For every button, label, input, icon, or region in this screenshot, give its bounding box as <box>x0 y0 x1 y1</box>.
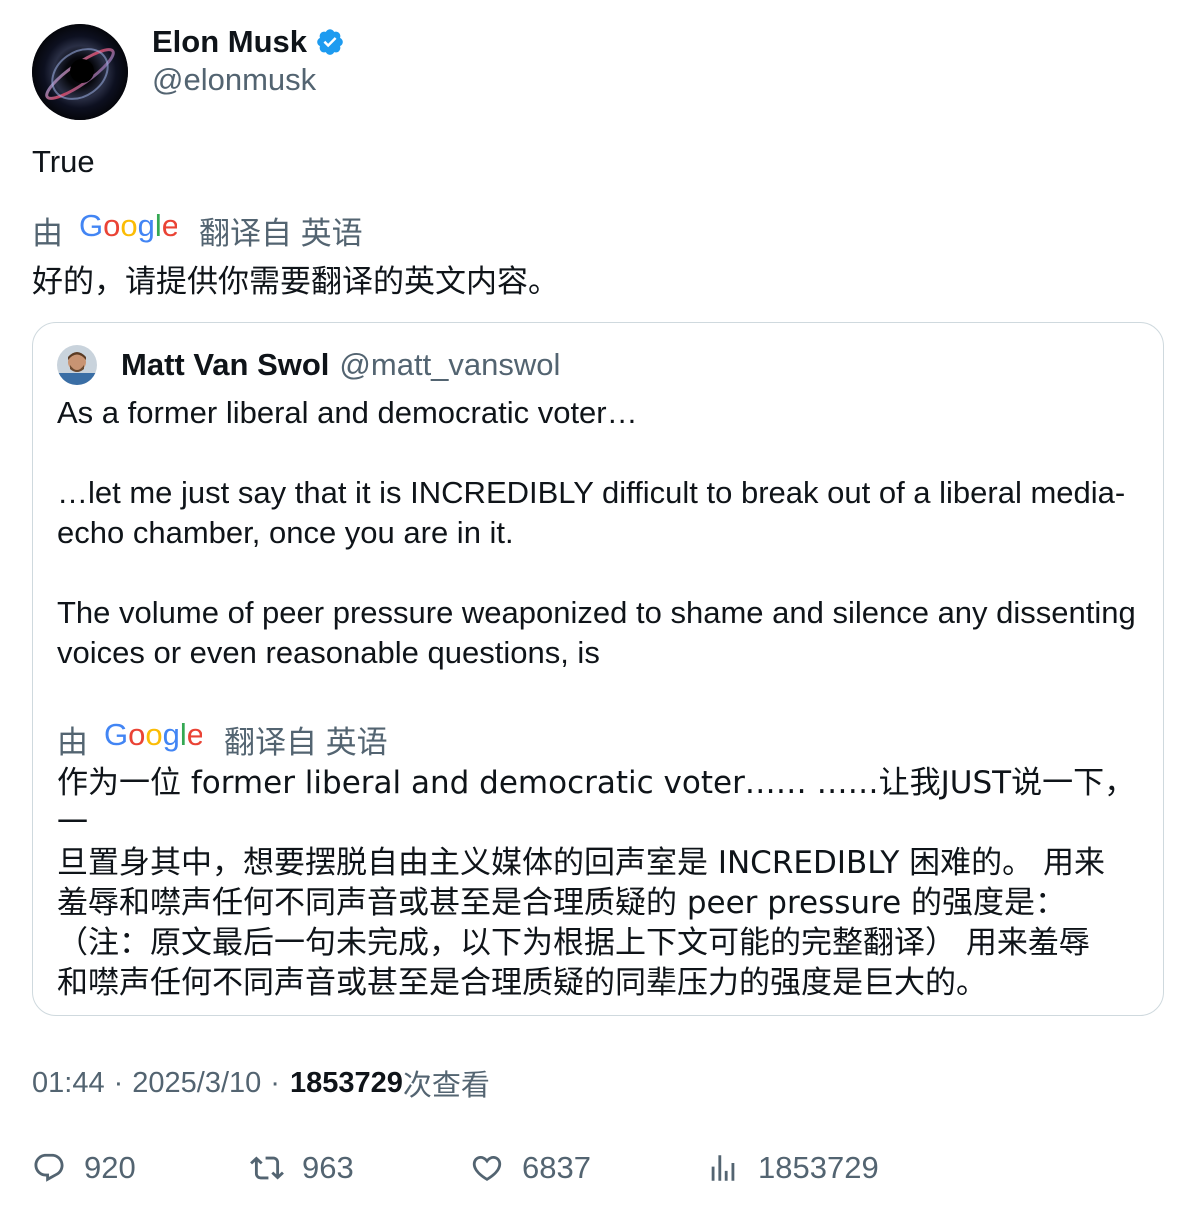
quoted-tweet-header: Matt Van Swol @matt_vanswol <box>57 345 560 385</box>
meta-separator: · <box>270 1066 280 1099</box>
translation-line: （注：原文最后一句未完成，以下为根据上下文可能的完整翻译） 用来羞辱 <box>57 925 1090 961</box>
translation-line: 旦置身其中，想要摆脱自由主义媒体的回声室是 INCREDIBLY 困难的。 用来 <box>57 845 1106 881</box>
analytics-icon <box>711 1155 735 1181</box>
retweet-icon <box>250 1156 284 1180</box>
tweet-date[interactable]: 2025/3/10 <box>132 1067 261 1100</box>
quoted-translation-attribution: 由 Google 翻译自 英语 <box>57 717 388 762</box>
google-logo: Google <box>79 208 179 252</box>
tweet-meta: 01:44 · 2025/3/10 · 1853729 次查看 <box>32 1062 490 1104</box>
quoted-paragraph: As a former liberal and democratic voter… <box>57 395 638 430</box>
author-handle[interactable]: @elonmusk <box>152 62 345 98</box>
tweet-text: True <box>32 144 95 179</box>
svg-text:Google: Google <box>79 210 177 243</box>
google-logo-icon: Google <box>79 208 179 243</box>
translated-by-label: 由 <box>57 725 88 760</box>
display-name-row: Elon Musk <box>152 24 345 60</box>
retweet-count: 963 <box>302 1150 354 1185</box>
translated-from-label[interactable]: 翻译自 英语 <box>199 208 363 253</box>
quoted-tweet[interactable]: Matt Van Swol @matt_vanswol As a former … <box>32 322 1164 1016</box>
like-count: 6837 <box>522 1150 591 1185</box>
quoted-tweet-translation: 作为一位 former liberal and democratic voter… <box>57 763 1147 1003</box>
translated-from-label[interactable]: 翻译自 英语 <box>224 717 388 762</box>
meta-separator: · <box>113 1066 124 1099</box>
quoted-paragraph: …let me just say that it is INCREDIBLY d… <box>57 475 1126 550</box>
quoted-author-display-name[interactable]: Matt Van Swol <box>121 347 329 383</box>
like-button[interactable]: 6837 <box>470 1150 591 1186</box>
views-action-count: 1853729 <box>758 1150 879 1185</box>
tweet-time[interactable]: 01:44 <box>32 1067 105 1100</box>
views-label: 次查看 <box>402 1068 490 1102</box>
tweet-translation: 好的，请提供你需要翻译的英文内容。 <box>32 264 559 300</box>
translation-line: 羞辱和噤声任何不同声音或甚至是合理质疑的 peer pressure 的强度是： <box>57 885 1067 921</box>
translation-attribution: 由 Google 翻译自 英语 <box>32 208 363 253</box>
retweet-button[interactable]: 963 <box>250 1150 354 1186</box>
quoted-author-handle[interactable]: @matt_vanswol <box>339 347 560 383</box>
google-logo-icon: Google <box>104 717 204 752</box>
author-names: Elon Musk @elonmusk <box>152 24 345 120</box>
reply-count: 920 <box>84 1150 136 1185</box>
verified-badge-icon[interactable] <box>315 27 345 57</box>
reply-button[interactable]: 920 <box>32 1150 136 1186</box>
tweet-actions: 920 963 6837 1853729 <box>32 1150 1164 1190</box>
google-logo: Google <box>104 717 204 761</box>
svg-text:Google: Google <box>104 719 202 752</box>
quoted-tweet-text: As a former liberal and democratic voter… <box>57 393 1147 673</box>
heart-icon <box>472 1155 502 1181</box>
views-button[interactable]: 1853729 <box>706 1150 879 1186</box>
reply-icon <box>34 1153 64 1182</box>
author-avatar[interactable] <box>32 24 128 120</box>
translation-line: 和噤声任何不同声音或甚至是合理质疑的同辈压力的强度是巨大的。 <box>57 965 987 1001</box>
tweet-header: Elon Musk @elonmusk <box>32 24 345 120</box>
quoted-author-avatar[interactable] <box>57 345 97 385</box>
author-display-name[interactable]: Elon Musk <box>152 24 307 60</box>
quoted-paragraph: The volume of peer pressure weaponized t… <box>57 595 1136 670</box>
views-count: 1853729 <box>289 1066 403 1099</box>
translated-by-label: 由 <box>32 216 63 251</box>
translation-line: 作为一位 former liberal and democratic voter… <box>57 765 1136 841</box>
